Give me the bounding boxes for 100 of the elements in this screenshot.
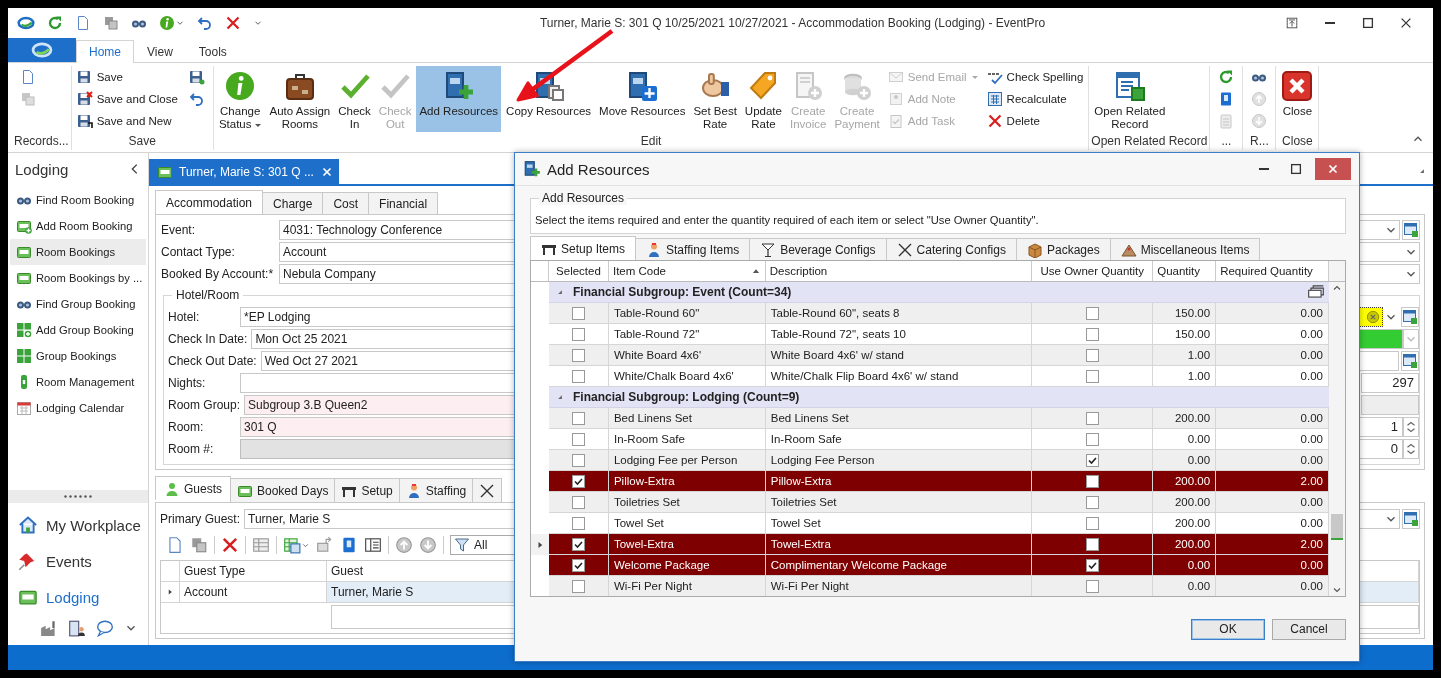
tab[interactable]: Setup Items: [530, 236, 637, 260]
sidebar-item[interactable]: Room Bookings: [10, 239, 146, 265]
column-header[interactable]: Item Code: [608, 261, 766, 281]
tab[interactable]: Accommodation: [155, 190, 264, 214]
checkbox[interactable]: [571, 474, 585, 488]
ribbon-button[interactable]: Save and Close: [73, 88, 181, 110]
tab[interactable]: Catering Configs: [885, 238, 1017, 260]
navigation-item[interactable]: Lodging: [8, 579, 148, 615]
checkbox[interactable]: [1085, 537, 1099, 551]
checkbox[interactable]: [1085, 411, 1099, 425]
copy-button[interactable]: [190, 536, 208, 554]
tab[interactable]: [472, 478, 503, 502]
factory-button[interactable]: [40, 619, 58, 637]
tab[interactable]: Staffing: [398, 478, 474, 502]
tab[interactable]: Cost: [322, 192, 370, 214]
tab[interactable]: Beverage Configs: [749, 238, 887, 260]
checkbox[interactable]: [1085, 369, 1099, 383]
dialog-button[interactable]: Cancel: [1272, 618, 1346, 640]
lookup-button[interactable]: [1401, 307, 1419, 327]
layout-button[interactable]: [283, 536, 310, 554]
lookup-button[interactable]: [1402, 509, 1420, 529]
column-header[interactable]: Use Owner Quantity: [1032, 261, 1154, 281]
sidebar-item[interactable]: Find Group Booking: [10, 291, 146, 317]
sidebar-item[interactable]: Add Room Booking: [10, 213, 146, 239]
navigation-item[interactable]: My Workplace: [8, 507, 148, 543]
sidebar-item[interactable]: Add Group Booking: [10, 317, 146, 343]
checkbox[interactable]: [571, 306, 585, 320]
checkbox[interactable]: [571, 516, 585, 530]
column-header[interactable]: Quantity: [1153, 261, 1217, 281]
group-row[interactable]: Financial Subgroup: Event (Count=34): [549, 282, 1329, 303]
ribbon-button[interactable]: Check In: [335, 66, 374, 133]
checkbox[interactable]: [1085, 558, 1099, 572]
columns-button[interactable]: [364, 536, 382, 554]
delete-button[interactable]: [221, 536, 239, 554]
number-field[interactable]: 297: [1361, 373, 1419, 393]
ribbon-tab[interactable]: Home: [76, 40, 134, 63]
ribbon-button[interactable]: Recalculate: [983, 88, 1087, 110]
column-header[interactable]: Selected: [549, 261, 609, 281]
checkbox[interactable]: [1085, 516, 1099, 530]
checkbox[interactable]: [571, 537, 585, 551]
column-header[interactable]: Description: [765, 261, 1033, 281]
checkbox[interactable]: [1085, 579, 1099, 593]
ribbon-button[interactable]: Delete: [983, 110, 1087, 132]
tab[interactable]: Charge: [262, 192, 324, 214]
sidebar-item[interactable]: Room Management: [10, 369, 146, 395]
checkbox[interactable]: [571, 327, 585, 341]
file-menu-button[interactable]: [8, 38, 76, 62]
ribbon-button[interactable]: Set Best Rate: [690, 66, 740, 133]
checkbox[interactable]: [1085, 327, 1099, 341]
ribbon-button[interactable]: Check Spelling: [983, 66, 1087, 88]
sidebar-item[interactable]: Lodging Calendar: [10, 395, 146, 421]
ribbon-button[interactable]: Auto Assign Rooms: [266, 66, 334, 133]
ribbon-button[interactable]: Save: [73, 66, 181, 88]
ribbon-button[interactable]: Change Status: [215, 66, 265, 133]
dialog-button[interactable]: OK: [1191, 618, 1265, 640]
checkbox[interactable]: [1085, 495, 1099, 509]
tab[interactable]: Booked Days: [230, 478, 336, 502]
navigation-item[interactable]: Events: [8, 543, 148, 579]
tab[interactable]: Miscellaneous Items: [1109, 238, 1261, 260]
checkbox[interactable]: [571, 495, 585, 509]
checkbox[interactable]: [571, 369, 585, 383]
scroll-thumb[interactable]: [1331, 514, 1343, 540]
new-button[interactable]: [166, 536, 184, 554]
sidebar-item[interactable]: Find Room Booking: [10, 187, 146, 213]
ribbon-button[interactable]: Close: [1278, 66, 1317, 132]
sidebar-item[interactable]: Room Bookings by ...: [10, 265, 146, 291]
checkbox[interactable]: [571, 411, 585, 425]
tab[interactable]: Packages: [1015, 238, 1111, 260]
ribbon-button[interactable]: Save and New: [73, 110, 181, 132]
splitter-handle[interactable]: [8, 490, 148, 503]
checkbox[interactable]: [1085, 432, 1099, 446]
ribbon-button[interactable]: Open Related Record: [1091, 66, 1169, 133]
sidebar-item[interactable]: Group Bookings: [10, 343, 146, 369]
lookup-button[interactable]: [1402, 220, 1420, 240]
tab[interactable]: Setup: [334, 478, 400, 502]
tab[interactable]: Guests: [155, 476, 231, 500]
ribbon-tab[interactable]: View: [134, 40, 186, 63]
move-down-button[interactable]: [419, 536, 437, 554]
building-person-button[interactable]: [68, 619, 86, 637]
document-tab[interactable]: Turner, Marie S: 301 Q ...: [149, 159, 339, 184]
column-header[interactable]: Guest Type: [180, 561, 327, 581]
export-button[interactable]: [316, 536, 334, 554]
book-button[interactable]: [340, 536, 358, 554]
grid-button[interactable]: [252, 536, 270, 554]
ribbon-button[interactable]: Move Resources: [596, 66, 689, 132]
checkbox[interactable]: [571, 432, 585, 446]
ribbon-button[interactable]: Update Rate: [741, 66, 785, 133]
checkbox[interactable]: [1085, 453, 1099, 467]
tab[interactable]: Financial: [368, 192, 439, 214]
checkbox[interactable]: [571, 558, 585, 572]
ribbon-tab[interactable]: Tools: [185, 40, 240, 63]
checkbox[interactable]: [1085, 348, 1099, 362]
group-row[interactable]: Financial Subgroup: Lodging (Count=9): [549, 387, 1329, 408]
move-up-button[interactable]: [395, 536, 413, 554]
ribbon-button[interactable]: Add Resources: [416, 66, 502, 132]
checkbox[interactable]: [571, 453, 585, 467]
chat-button[interactable]: [96, 619, 114, 637]
tab[interactable]: Staffing Items: [635, 238, 751, 260]
lookup-button[interactable]: [1401, 351, 1419, 371]
checkbox[interactable]: [1085, 306, 1099, 320]
